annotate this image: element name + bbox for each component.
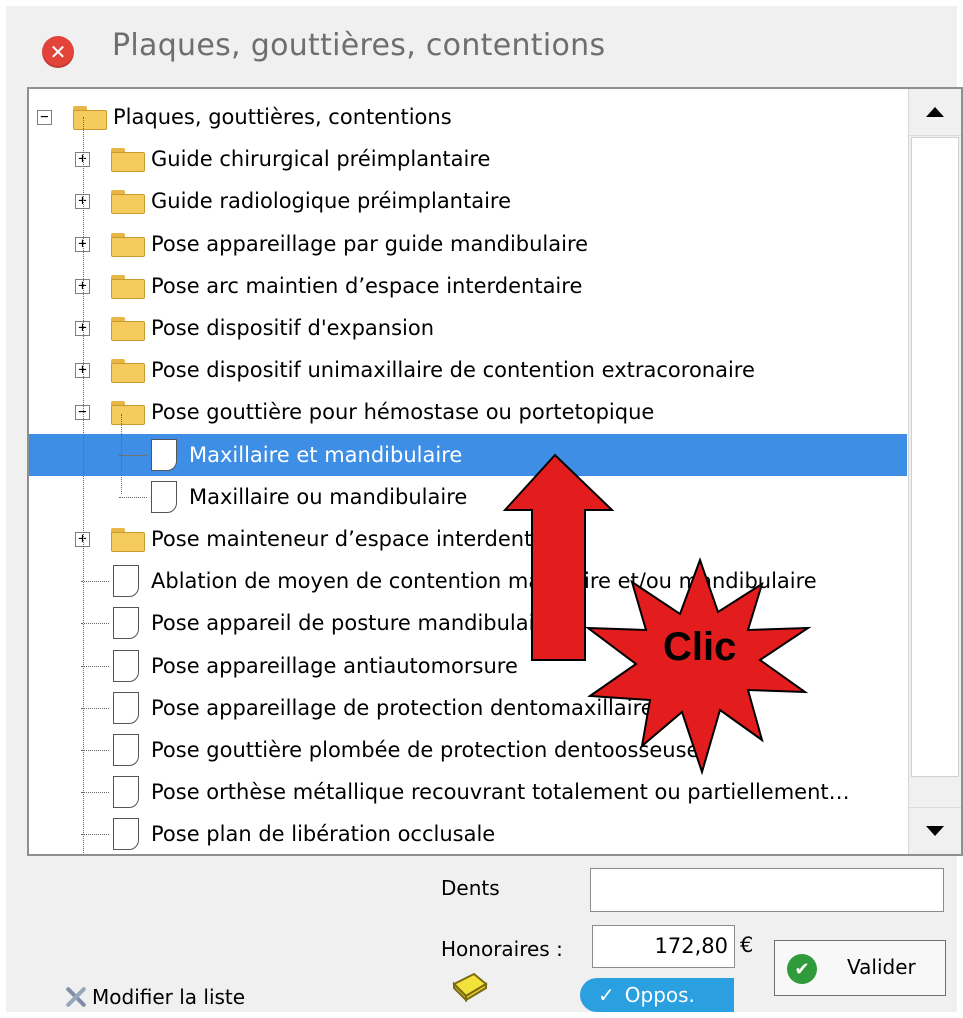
click-annotation xyxy=(502,453,812,776)
clic-label: Clic xyxy=(663,625,737,669)
